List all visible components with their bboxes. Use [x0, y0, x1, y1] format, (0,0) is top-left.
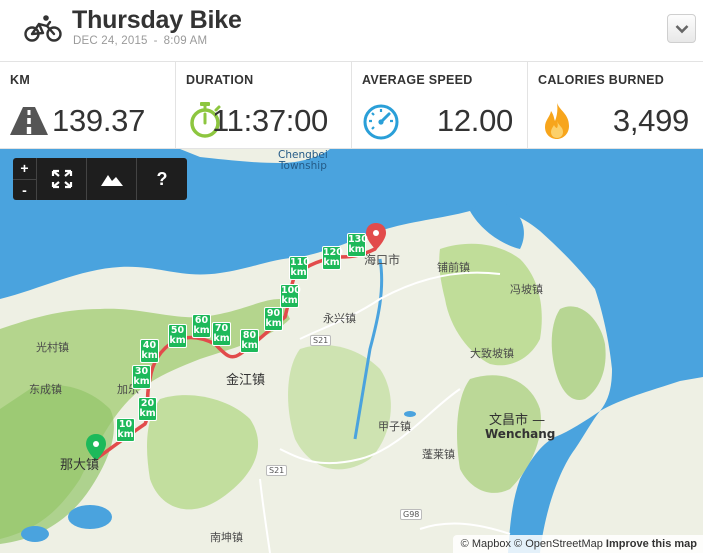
stats-bar: KM 139.37 DURATION 11:37:00 AVERAGE SPEE…: [0, 62, 703, 149]
improve-map-link[interactable]: Improve this map: [606, 538, 697, 550]
stat-average-speed: AVERAGE SPEED 12.00: [352, 62, 528, 148]
stat-value: 11:37:00: [212, 103, 328, 138]
stat-duration: DURATION 11:37:00: [176, 62, 352, 148]
label-haikou: 海口市: [364, 253, 401, 267]
label-wenchang-en: Wenchang: [485, 427, 556, 441]
date-text: DEC 24, 2015: [73, 35, 148, 47]
label-chengbei: Chengbei Township: [278, 149, 328, 172]
label-dazhi: 大致坡镇: [470, 347, 514, 360]
road-shield-g98: G98: [400, 509, 423, 520]
map-controls: + - ?: [13, 158, 187, 200]
km-marker: 120 km: [322, 246, 343, 270]
label-jiazi: 甲子镇: [378, 420, 411, 433]
km-marker: 50 km: [168, 324, 187, 348]
km-marker: 100 km: [280, 284, 301, 308]
road-shield-s21: S21: [310, 335, 332, 346]
stat-value: 12.00: [436, 103, 513, 138]
stat-label: AVERAGE SPEED: [362, 73, 473, 87]
route-map[interactable]: + - ? Chengbei Township 海口市 铺前镇 冯坡镇 永兴镇 …: [0, 149, 703, 553]
stat-value: 3,499: [612, 103, 689, 138]
flame-icon: [545, 103, 569, 139]
osm-link[interactable]: © OpenStreetMap: [514, 538, 603, 550]
stat-label: CALORIES BURNED: [538, 73, 665, 87]
label-nankun: 南坤镇: [210, 531, 243, 544]
date-separator: -: [153, 35, 158, 47]
activity-date: DEC 24, 2015-8:09 AM: [73, 35, 207, 47]
km-marker: 70 km: [212, 322, 231, 346]
km-marker: 110 km: [289, 256, 310, 280]
label-wenchang-cn: 文昌市 —: [489, 413, 546, 428]
lake: [68, 505, 112, 529]
zoom-out-button[interactable]: -: [13, 180, 36, 201]
fullscreen-icon: [51, 169, 72, 189]
km-marker: 130 km: [347, 233, 368, 257]
road-icon: [10, 107, 48, 135]
bicycle-icon: [24, 15, 62, 42]
km-marker: 60 km: [192, 314, 211, 338]
fullscreen-button[interactable]: [37, 158, 87, 200]
lake: [21, 526, 49, 542]
mountain-icon: [100, 175, 123, 186]
km-marker: 10 km: [116, 418, 135, 442]
chevron-down-icon: [675, 24, 688, 33]
mapbox-link[interactable]: © Mapbox: [461, 538, 511, 550]
zoom-controls: + -: [13, 158, 37, 200]
map-base: [0, 149, 703, 553]
km-marker: 30 km: [132, 365, 151, 389]
km-marker: 40 km: [140, 339, 159, 363]
label-dongcheng: 东成镇: [29, 383, 62, 396]
stat-label: KM: [10, 73, 31, 87]
time-text: 8:09 AM: [163, 35, 208, 47]
label-fenggu: 冯坡镇: [510, 283, 543, 296]
activity-header: Thursday Bike DEC 24, 2015-8:09 AM: [0, 0, 703, 62]
speedometer-icon: [363, 104, 399, 140]
label-yongxing: 永兴镇: [323, 312, 356, 325]
km-marker: 20 km: [138, 397, 157, 421]
help-button[interactable]: ?: [137, 158, 187, 200]
label-jinjiang: 金江镇: [226, 373, 266, 388]
label-penglai: 蓬莱镇: [422, 448, 455, 461]
label-nada: 那大镇: [60, 458, 100, 473]
stat-distance: KM 139.37: [0, 62, 176, 148]
map-attribution: © Mapbox © OpenStreetMap Improve this ma…: [452, 535, 703, 553]
options-dropdown-button[interactable]: [667, 14, 696, 43]
activity-title: Thursday Bike: [72, 6, 242, 34]
label-guangcun: 光村镇: [36, 341, 69, 354]
label-puqian: 铺前镇: [437, 261, 470, 274]
km-marker: 80 km: [240, 329, 259, 353]
stat-value: 139.37: [52, 103, 146, 138]
zoom-in-button[interactable]: +: [13, 158, 36, 180]
km-marker: 90 km: [264, 307, 283, 331]
stat-label: DURATION: [186, 73, 254, 87]
terrain-button[interactable]: [87, 158, 137, 200]
stat-calories: CALORIES BURNED 3,499: [528, 62, 703, 148]
road-shield-s21: S21: [266, 465, 288, 476]
lake: [404, 411, 416, 417]
